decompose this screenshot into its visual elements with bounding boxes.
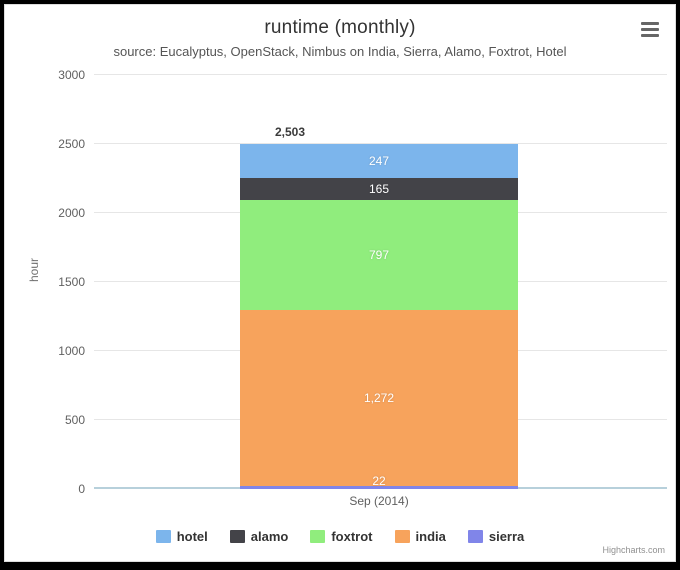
x-axis-tick-label: Sep (2014) bbox=[349, 494, 409, 508]
data-label-alamo: 165 bbox=[368, 182, 390, 197]
chart-title: runtime (monthly) bbox=[264, 17, 416, 38]
y-axis-tick-label: 1500 bbox=[58, 275, 85, 289]
chart-legend: hotel alamo foxtrot india sierra bbox=[5, 529, 675, 544]
highcharts-chart-container: runtime (monthly) source: Eucalyptus, Op… bbox=[4, 4, 676, 562]
stack-total-label: 2,503 bbox=[274, 124, 306, 139]
y-axis-tick-label: 2000 bbox=[58, 206, 85, 220]
hamburger-bar-1 bbox=[641, 21, 659, 25]
legend-item-india[interactable]: india bbox=[394, 529, 446, 544]
y-axis-tick-label: 0 bbox=[78, 482, 85, 496]
stack-segment-foxtrot[interactable]: 797 bbox=[240, 200, 518, 311]
legend-swatch-sierra bbox=[467, 530, 483, 543]
legend-swatch-alamo bbox=[229, 530, 245, 543]
legend-swatch-hotel bbox=[155, 530, 171, 543]
stack-segment-hotel[interactable]: 247 bbox=[240, 143, 518, 178]
legend-label-alamo: alamo bbox=[250, 529, 289, 544]
x-axis-tick-labels: Sep (2014) bbox=[94, 494, 667, 512]
legend-label-foxtrot: foxtrot bbox=[331, 529, 373, 544]
legend-label-india: india bbox=[415, 529, 446, 544]
stacked-column-bar[interactable]: 247 165 797 1,272 22 bbox=[240, 143, 518, 489]
grid-line bbox=[94, 74, 667, 75]
y-axis-title: hour bbox=[27, 257, 41, 282]
legend-item-sierra[interactable]: sierra bbox=[467, 529, 525, 544]
legend-label-hotel: hotel bbox=[176, 529, 208, 544]
hamburger-bar-2 bbox=[641, 27, 659, 31]
data-label-hotel: 247 bbox=[368, 153, 390, 168]
legend-swatch-india bbox=[394, 530, 410, 543]
y-axis-tick-label: 1000 bbox=[58, 344, 85, 358]
y-axis-tick-label: 3000 bbox=[58, 68, 85, 82]
y-axis-tick-label: 2500 bbox=[58, 137, 85, 151]
y-axis-tick-label: 500 bbox=[64, 413, 85, 427]
hamburger-menu-icon[interactable] bbox=[638, 18, 662, 40]
hamburger-bar-3 bbox=[641, 33, 659, 37]
data-label-india: 1,272 bbox=[363, 391, 395, 406]
highcharts-credits[interactable]: Highcharts.com bbox=[602, 545, 665, 555]
stack-segment-alamo[interactable]: 165 bbox=[240, 177, 518, 201]
stack-segment-india[interactable]: 1,272 bbox=[240, 310, 518, 486]
legend-label-sierra: sierra bbox=[488, 529, 525, 544]
data-label-foxtrot: 797 bbox=[368, 248, 390, 263]
stack-segment-sierra[interactable]: 22 bbox=[240, 474, 518, 489]
legend-item-alamo[interactable]: alamo bbox=[229, 529, 289, 544]
chart-subtitle: source: Eucalyptus, OpenStack, Nimbus on… bbox=[113, 44, 567, 59]
legend-item-foxtrot[interactable]: foxtrot bbox=[310, 529, 373, 544]
legend-swatch-foxtrot bbox=[310, 530, 326, 543]
legend-item-hotel[interactable]: hotel bbox=[155, 529, 208, 544]
